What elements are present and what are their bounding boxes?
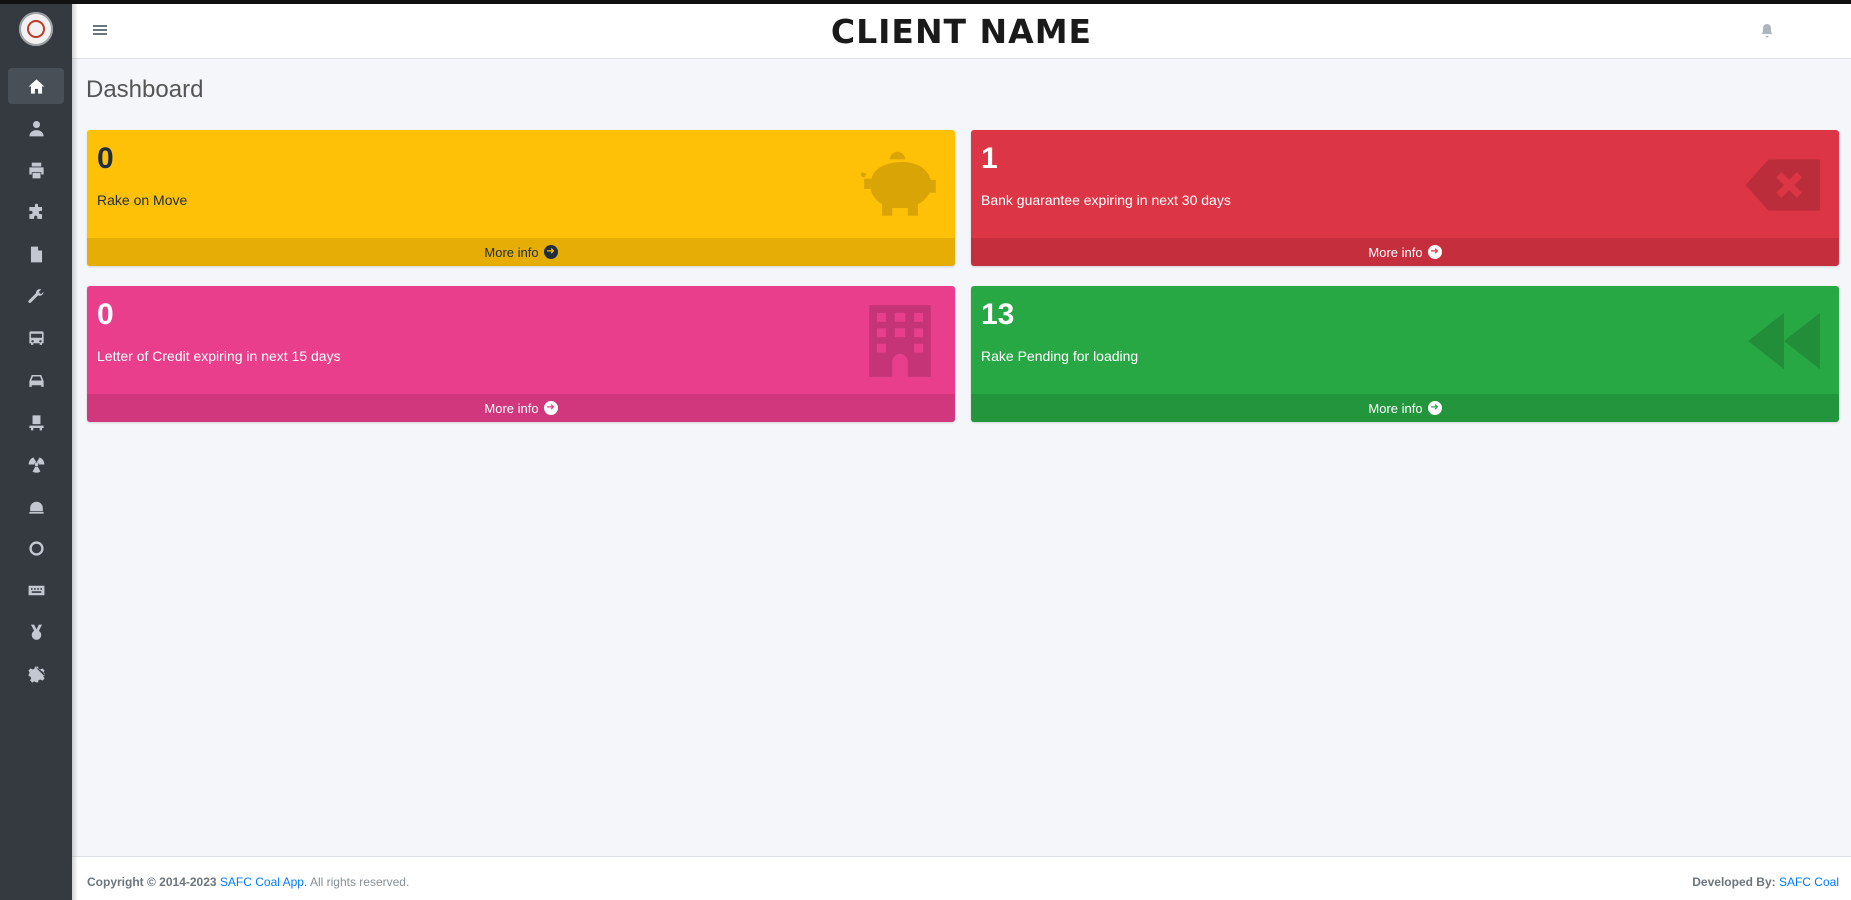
arrow-circle-right-icon: ➜ (543, 401, 558, 415)
sidebar-item-wrench[interactable] (8, 278, 64, 314)
card-count: 1 (981, 142, 998, 175)
top-border (0, 0, 1851, 4)
arrow-circle-right-icon: ➜ (1427, 245, 1442, 259)
backward-icon (1748, 312, 1820, 370)
backspace-icon (1743, 144, 1825, 226)
backspace-icon (1745, 159, 1820, 211)
sidebar-item-car[interactable] (8, 362, 64, 398)
app-link[interactable]: SAFC Coal App. (220, 875, 307, 889)
piggy-bank-icon (861, 151, 936, 216)
building-icon (869, 305, 931, 377)
top-navbar: CLIENT NAME (72, 4, 1851, 59)
printer-icon (28, 162, 44, 178)
sidebar-item-puzzle[interactable] (8, 194, 64, 230)
circle-icon (28, 540, 44, 556)
arrow-circle-right-icon: ➜ (1427, 401, 1442, 415)
wrench-icon (27, 288, 44, 303)
copyright-rights: All rights reserved. (307, 875, 410, 889)
sidebar-item-settings[interactable] (8, 656, 64, 692)
building-icon (859, 300, 941, 382)
desk-icon (28, 414, 44, 430)
more-info-link[interactable]: More info ➜ (971, 394, 1839, 422)
developer-link[interactable]: SAFC Coal (1779, 875, 1839, 889)
card-count: 13 (981, 298, 1015, 331)
sidebar-item-keyboard[interactable] (8, 572, 64, 608)
card-bank-guarantee: 1 Bank guarantee expiring in next 30 day… (971, 130, 1839, 266)
card-count: 0 (97, 298, 114, 331)
sidebar-item-train[interactable] (8, 488, 64, 524)
piggy-bank-icon (859, 144, 941, 226)
medal-icon (30, 624, 42, 640)
more-info-link[interactable]: More info ➜ (87, 394, 955, 422)
more-info-label: More info (484, 244, 539, 260)
page-title: Dashboard (86, 76, 204, 103)
sidebar-shadow (72, 0, 78, 900)
card-count: 0 (97, 142, 114, 175)
sidebar-item-home[interactable] (8, 68, 64, 104)
keyboard-icon (28, 585, 44, 595)
sidebar (0, 0, 78, 900)
client-name: CLIENT NAME (830, 12, 1093, 51)
more-info-label: More info (1368, 400, 1423, 416)
card-label: Rake Pending for loading (981, 348, 1139, 364)
puzzle-icon (28, 203, 42, 219)
train-icon (28, 501, 44, 514)
developed-by-label: Developed By: (1692, 875, 1779, 889)
page-footer: Copyright © 2014-2023 SAFC Coal App. All… (72, 856, 1851, 900)
sidebar-item-radiation[interactable] (8, 446, 64, 482)
card-label: Rake on Move (97, 192, 188, 208)
bus-icon (28, 330, 44, 345)
card-rake-pending: 13 Rake Pending for loading More info ➜ (971, 286, 1839, 422)
car-icon (28, 374, 44, 387)
more-info-label: More info (484, 400, 539, 416)
sidebar-item-bus[interactable] (8, 320, 64, 356)
sidebar-item-medal[interactable] (8, 614, 64, 650)
developer-credit: Developed By: SAFC Coal (1692, 875, 1839, 889)
radiation-icon (28, 456, 44, 473)
sidebar-item-circle[interactable] (8, 530, 64, 566)
more-info-link[interactable]: More info ➜ (971, 238, 1839, 266)
notifications-button[interactable] (1759, 23, 1775, 39)
card-label: Letter of Credit expiring in next 15 day… (97, 348, 341, 364)
copyright-prefix: Copyright © 2014-2023 (87, 875, 220, 889)
card-rake-on-move: 0 Rake on Move More info ➜ (87, 130, 955, 266)
sidebar-item-user[interactable] (8, 110, 64, 146)
brand-logo[interactable] (19, 12, 53, 46)
sidebar-item-printer[interactable] (8, 152, 64, 188)
copyright: Copyright © 2014-2023 SAFC Coal App. All… (87, 875, 409, 889)
arrow-circle-right-icon: ➜ (543, 245, 558, 259)
card-letter-of-credit: 0 Letter of Credit expiring in next 15 d… (87, 286, 955, 422)
backward-icon (1743, 300, 1825, 382)
sidebar-item-file[interactable] (8, 236, 64, 272)
sidebar-item-desk[interactable] (8, 404, 64, 440)
user-icon (28, 120, 44, 136)
more-info-link[interactable]: More info ➜ (87, 238, 955, 266)
bell-icon (1761, 24, 1773, 38)
card-label: Bank guarantee expiring in next 30 days (981, 192, 1231, 208)
home-icon (28, 78, 44, 94)
file-icon (30, 246, 42, 262)
more-info-label: More info (1368, 244, 1423, 260)
settings-icon (27, 666, 45, 683)
